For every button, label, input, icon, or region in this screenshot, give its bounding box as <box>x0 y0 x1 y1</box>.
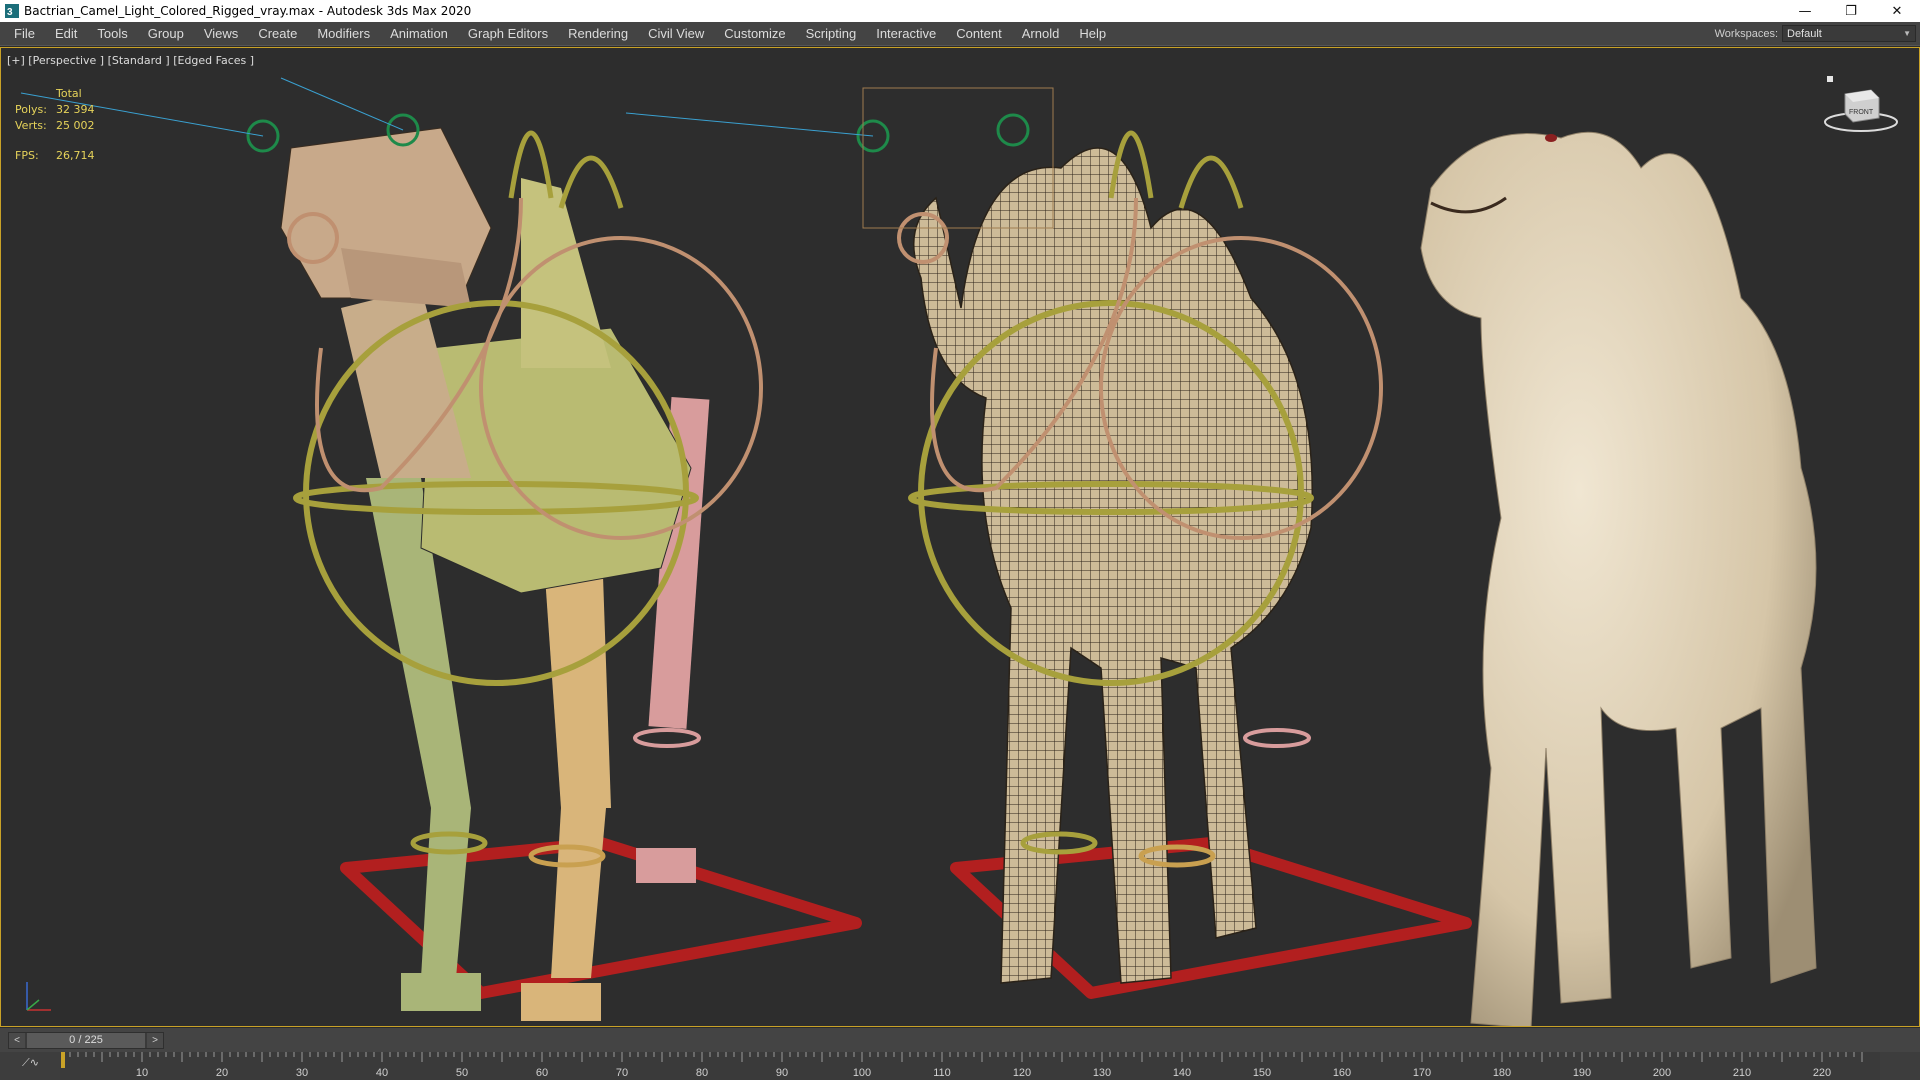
timeline-panel: < 0 / 225 > ⟋∿ 10 20 30 40 50 60 70 80 90 100 110 1… <box>0 1028 1920 1080</box>
ruler-label: 130 <box>1093 1067 1111 1079</box>
ruler-label: 140 <box>1173 1067 1191 1079</box>
verts-label: Verts: <box>15 119 47 132</box>
ruler-label: 70 <box>616 1067 628 1079</box>
menu-arnold[interactable]: Arnold <box>1012 22 1070 46</box>
ruler-label: 40 <box>376 1067 388 1079</box>
rear-foot-bone <box>636 848 696 883</box>
menu-animation[interactable]: Animation <box>380 22 458 46</box>
stats-header: Total <box>56 87 82 100</box>
viewcube-front-label: FRONT <box>1849 109 1874 116</box>
track-bar[interactable]: ⟋∿ 10 20 30 40 50 60 70 80 90 100 110 120 130 140 150 1… <box>0 1052 1920 1080</box>
ruler-label: 190 <box>1573 1067 1591 1079</box>
spine-control-arc-2 <box>558 155 624 209</box>
eye-target-right-mid <box>996 113 1030 147</box>
minimize-button[interactable]: — <box>1782 0 1828 22</box>
menu-create[interactable]: Create <box>248 22 307 46</box>
menu-views[interactable]: Views <box>194 22 248 46</box>
svg-text:3: 3 <box>7 7 13 18</box>
ruler-label: 100 <box>853 1067 871 1079</box>
ruler-label: 170 <box>1413 1067 1431 1079</box>
stats-verts-row: Verts: 25 002 <box>15 118 95 134</box>
fps-label: FPS: <box>15 149 39 162</box>
fps-value: 26,714 <box>56 149 95 162</box>
next-frame-button[interactable]: > <box>147 1033 163 1048</box>
ruler-label: 20 <box>216 1067 228 1079</box>
spine-control-arc-mid-2 <box>1178 155 1244 209</box>
menu-graph-editors[interactable]: Graph Editors <box>458 22 558 46</box>
menu-modifiers[interactable]: Modifiers <box>307 22 380 46</box>
statistics-overlay: Total Polys: 32 394 Verts: 25 002 FPS: 2… <box>15 86 95 164</box>
ruler-label: 90 <box>776 1067 788 1079</box>
wireframe-model[interactable] <box>625 87 1472 999</box>
polys-value: 32 394 <box>56 103 95 116</box>
scene-canvas[interactable] <box>1 48 1920 1027</box>
spine-bone <box>521 178 611 368</box>
ruler-label: 200 <box>1653 1067 1671 1079</box>
home-icon <box>1827 76 1833 82</box>
ruler-label: 120 <box>1013 1067 1031 1079</box>
restore-button[interactable]: ❐ <box>1828 0 1874 22</box>
ruler-label: 180 <box>1493 1067 1511 1079</box>
axis-tripod-icon <box>26 982 51 1011</box>
menu-scripting[interactable]: Scripting <box>796 22 867 46</box>
window-title: Bactrian_Camel_Light_Colored_Rigged_vray… <box>24 4 472 18</box>
stats-fps-row: FPS: 26,714 <box>15 148 95 164</box>
textured-camel-body <box>1420 131 1817 1026</box>
ruler-label: 50 <box>456 1067 468 1079</box>
menu-file[interactable]: File <box>0 22 45 46</box>
workspaces-dropdown[interactable]: Default ▼ <box>1782 25 1916 42</box>
bone-rig-model[interactable] <box>20 77 862 1021</box>
menu-rendering[interactable]: Rendering <box>558 22 638 46</box>
menu-help[interactable]: Help <box>1069 22 1116 46</box>
front-right-foot-bone <box>521 983 601 1021</box>
polys-label: Polys: <box>15 103 47 116</box>
textured-camel-eye <box>1545 134 1557 142</box>
look-at-line-2 <box>280 77 404 131</box>
verts-value: 25 002 <box>56 119 95 132</box>
current-frame-marker <box>61 1052 65 1068</box>
menu-interactive[interactable]: Interactive <box>866 22 946 46</box>
workspaces-value: Default <box>1787 27 1822 40</box>
perspective-viewport[interactable]: [+] [Perspective ] [Standard ] [Edged Fa… <box>0 47 1920 1027</box>
look-at-line-mid <box>625 112 874 137</box>
ruler-label: 160 <box>1333 1067 1351 1079</box>
rear-ankle-ring-mid <box>1243 728 1311 748</box>
ruler-label: 30 <box>296 1067 308 1079</box>
ruler-label: 60 <box>536 1067 548 1079</box>
chevron-down-icon: ▼ <box>1903 29 1911 38</box>
menu-content[interactable]: Content <box>946 22 1012 46</box>
stats-polys-row: Polys: 32 394 <box>15 102 95 118</box>
time-slider-thumb[interactable]: 0 / 225 <box>27 1033 145 1048</box>
ruler-label: 110 <box>933 1067 951 1079</box>
ruler-label: 210 <box>1733 1067 1751 1079</box>
menu-edit[interactable]: Edit <box>45 22 87 46</box>
textured-model[interactable] <box>1420 131 1817 1027</box>
menu-group[interactable]: Group <box>138 22 194 46</box>
frame-ruler[interactable]: 10 20 30 40 50 60 70 80 90 100 110 120 130 140 150 160 1… <box>60 1052 1880 1080</box>
menu-customize[interactable]: Customize <box>714 22 795 46</box>
viewport-label-menu[interactable]: [+] [Perspective ] [Standard ] [Edged Fa… <box>7 54 254 67</box>
close-button[interactable]: ✕ <box>1874 0 1920 22</box>
3dsmax-app-icon: 3 <box>5 4 19 18</box>
workspaces-label: Workspaces: <box>1714 27 1778 40</box>
menu-tools[interactable]: Tools <box>87 22 137 46</box>
viewcube-icon[interactable]: FRONT <box>1821 76 1901 136</box>
ruler-label: 150 <box>1253 1067 1271 1079</box>
prev-frame-button[interactable]: < <box>9 1033 25 1048</box>
menu-civil-view[interactable]: Civil View <box>638 22 714 46</box>
front-right-shin-bone <box>551 808 606 978</box>
menu-bar: File Edit Tools Group Views Create Modif… <box>0 22 1920 46</box>
ruler-label: 80 <box>696 1067 708 1079</box>
time-slider[interactable]: < 0 / 225 > <box>8 1032 164 1049</box>
ruler-label: 10 <box>136 1067 148 1079</box>
ruler-background <box>60 1052 1880 1080</box>
title-bar: 3 Bactrian_Camel_Light_Colored_Rigged_vr… <box>0 0 1920 22</box>
ruler-label: 220 <box>1813 1067 1831 1079</box>
front-left-foot-bone <box>401 973 481 1011</box>
curve-editor-icon[interactable]: ⟋∿ <box>22 1056 39 1070</box>
rear-ankle-ring <box>633 728 701 748</box>
